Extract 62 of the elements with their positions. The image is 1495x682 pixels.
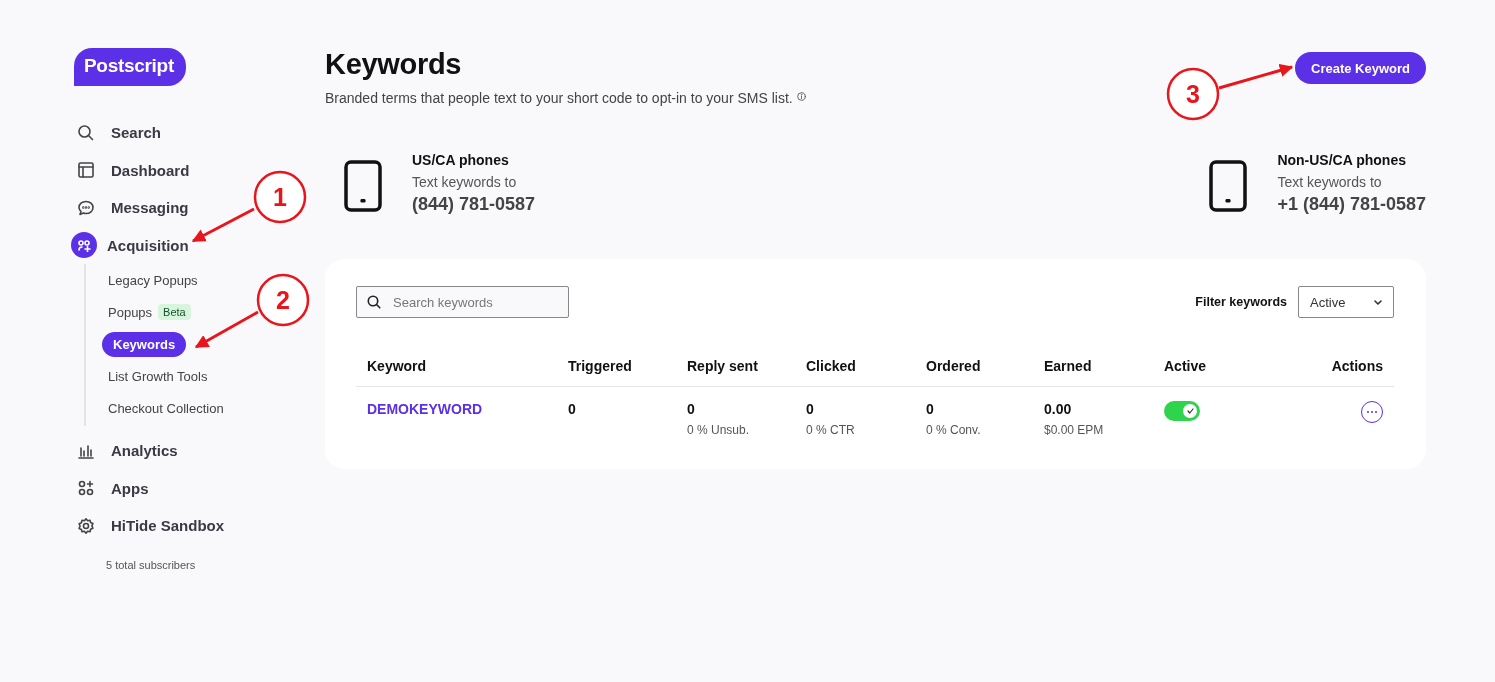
active-toggle[interactable] [1164, 401, 1200, 421]
check-icon [1186, 408, 1194, 414]
phone-icon [1209, 160, 1248, 212]
apps-icon [77, 479, 95, 498]
subscriber-count: 5 total subscribers [106, 558, 197, 571]
sidebar-item[interactable]: Search [74, 114, 162, 152]
metric-value: 0 [568, 401, 577, 417]
column-header: Clicked [795, 358, 915, 387]
sidebar-item[interactable]: HiTide Sandbox [74, 507, 225, 545]
metric-rate: 0 % Unsub. [687, 423, 751, 437]
logo[interactable]: Postscript [74, 48, 186, 86]
annotation-arrow [191, 207, 255, 243]
sidebar-subitem[interactable]: Popups [108, 299, 153, 325]
create-keyword-button[interactable]: Create Keyword [1295, 52, 1426, 84]
phone-caption: Text keywords to [412, 174, 518, 190]
chat-bubble-icon [77, 198, 95, 217]
phone-number: +1 (844) 781-0587 [1277, 194, 1426, 215]
sidebar-subitem[interactable]: List Growth Tools [108, 363, 208, 389]
column-header: Ordered [915, 358, 1033, 387]
people-add-icon [77, 238, 91, 253]
sidebar-item[interactable]: Dashboard [74, 151, 190, 189]
page-title: Keywords [325, 48, 463, 81]
filter-label: Filter keywords [1195, 295, 1287, 309]
metric-value: 0.00 [1044, 401, 1073, 417]
phone-icon [344, 160, 382, 212]
metric-rate: 0 % CTR [806, 423, 856, 437]
phone-caption: Text keywords to [1277, 174, 1383, 190]
keyword-link[interactable]: DEMOKEYWORD [367, 401, 483, 417]
column-header: Triggered [557, 358, 676, 387]
metric-rate: 0 % Conv. [926, 423, 982, 437]
info-icon [796, 91, 806, 101]
sidebar-item[interactable]: Acquisition [74, 226, 189, 264]
sidebar-subitem[interactable]: Keywords [102, 331, 187, 357]
page-description: Branded terms that people text to your short code to opt-in to your SMS list. [325, 90, 793, 106]
metric-value: 0 [926, 401, 935, 417]
phone-number: (844) 781-0587 [412, 194, 536, 215]
number-callout: 2 [256, 273, 310, 327]
sidebar-subitem[interactable]: Legacy Popups [108, 267, 198, 293]
column-header: Reply sent [676, 358, 795, 387]
gear-icon [77, 516, 95, 535]
phone-group-heading: Non-US/CA phones [1277, 152, 1407, 168]
sidebar-item[interactable]: Apps [74, 469, 149, 507]
sidebar-item[interactable]: Messaging [74, 189, 189, 227]
column-header: Active [1153, 358, 1253, 387]
sidebar-item[interactable]: Analytics [74, 432, 178, 470]
chevron-down-icon [1374, 299, 1382, 305]
metric-value: 0 [687, 401, 696, 417]
column-header: Actions [1253, 358, 1394, 387]
annotation-arrow [194, 310, 259, 349]
metric-rate: $0.00 EPM [1044, 423, 1105, 437]
search-field[interactable]: Search keywords [356, 286, 569, 318]
search-icon [77, 123, 95, 142]
dashboard-icon [77, 161, 95, 180]
beta-badge: Beta [158, 304, 191, 320]
filter-dropdown[interactable]: Active [1298, 286, 1394, 318]
column-header: Earned [1033, 358, 1153, 387]
metric-value: 0 [806, 401, 815, 417]
sidebar-subitem[interactable]: Checkout Collection [108, 395, 224, 421]
number-callout: 1 [253, 170, 307, 224]
column-header: Keyword [356, 358, 557, 387]
number-callout: 3 [1166, 67, 1220, 121]
phone-group-heading: US/CA phones [412, 152, 510, 168]
